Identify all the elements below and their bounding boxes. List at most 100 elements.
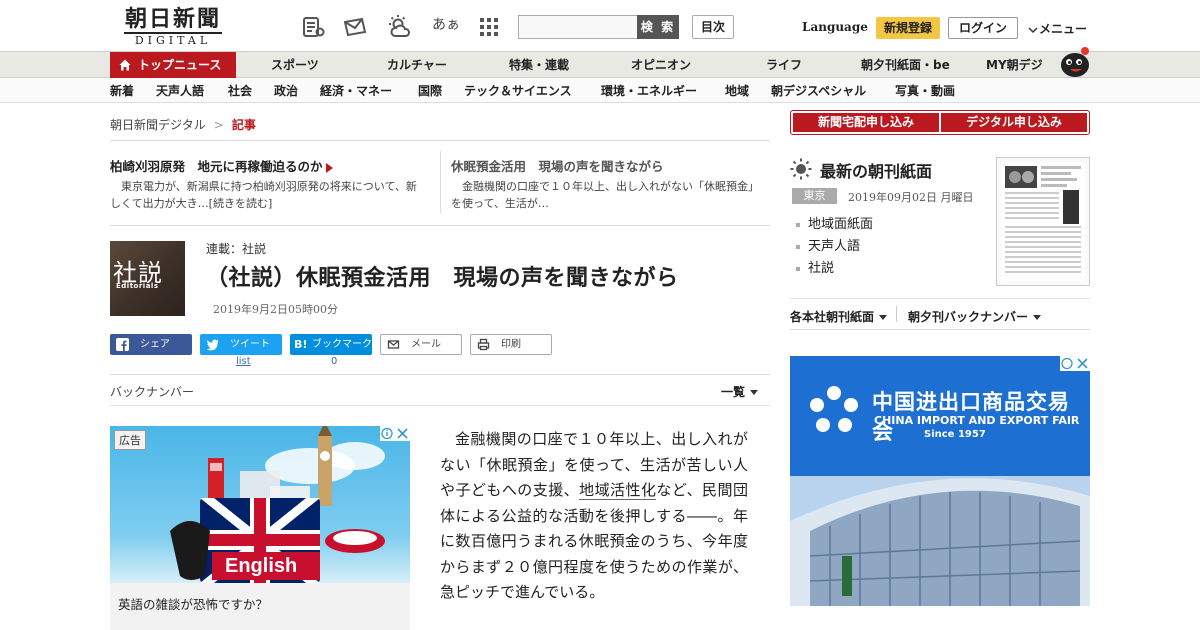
print-icon [477, 338, 490, 351]
tensei-jingo-link[interactable]: 天声人語 [796, 235, 860, 254]
advertisement-left[interactable]: English 広告 英語の雑談が恐怖ですか？ [110, 426, 410, 630]
twitter-count[interactable]: list [236, 356, 251, 367]
font-size-icon[interactable]: あぁ [432, 14, 460, 34]
regional-morning-dropdown[interactable]: 各本社朝刊紙面 [790, 308, 888, 325]
nav-features[interactable]: 特集・連載 [509, 52, 569, 78]
print-label: 印刷 [501, 339, 521, 350]
ad-caption[interactable]: 英語の雑談が恐怖ですか？ [118, 594, 268, 613]
menu-button[interactable]: メニュー [1028, 20, 1087, 37]
editorial-link[interactable]: 社説 [796, 257, 834, 276]
divider [110, 140, 770, 141]
ad-right-since: Since 1957 [924, 429, 986, 440]
bullet-icon [796, 222, 800, 227]
subnav-region[interactable]: 地域 [725, 79, 749, 103]
article-date: 2019年9月2日05時00分 [213, 303, 338, 316]
region-revitalization-link[interactable]: 地域活性化 [579, 481, 657, 500]
subnav-tensei[interactable]: 天声人語 [156, 79, 204, 103]
print-button[interactable]: 印刷 [470, 334, 552, 355]
triangle-down-icon [750, 390, 759, 395]
subnav-society[interactable]: 社会 [228, 79, 252, 103]
divider [440, 151, 441, 213]
grid-menu-icon[interactable] [476, 14, 502, 40]
subnav-politics[interactable]: 政治 [274, 79, 298, 103]
adchoices-icon[interactable] [380, 426, 410, 441]
search-button[interactable]: 検 索 [637, 15, 679, 39]
article-body: 金融機関の口座で１０年以上、出し入れがない「休眠預金」を使って、生活が苦しい人や… [440, 427, 748, 606]
digital-subscribe-button[interactable]: デジタル申し込み [941, 113, 1087, 132]
login-button[interactable]: ログイン [948, 17, 1018, 39]
related-title-1[interactable]: 柏崎刈羽原発 地元に再稼働迫るのか [110, 156, 333, 175]
hatena-bookmark-button[interactable]: B! ブックマーク [290, 334, 372, 355]
newspaper-page-image [1001, 162, 1085, 281]
mail-share-button[interactable]: メール [380, 334, 462, 355]
divider [110, 405, 770, 406]
backnumber-list-dropdown[interactable]: 一覧 [721, 383, 759, 400]
nav-life[interactable]: ライフ [766, 52, 802, 78]
series-label[interactable]: 連載：社説 [206, 240, 266, 257]
regional-page-link[interactable]: 地域面紙面 [796, 213, 873, 232]
facebook-icon [116, 338, 129, 351]
subnav-special[interactable]: 朝デジスペシャル [771, 79, 866, 103]
asahi-logo[interactable]: 朝日新聞 DIGITAL [118, 6, 228, 48]
thumb-en: Editorials [116, 282, 159, 290]
related-title-2[interactable]: 休眠預金活用 現場の声を聞きながら [451, 156, 664, 175]
breadcrumb-current: 記事 [231, 118, 256, 132]
editorials-thumbnail[interactable]: 社説 Editorials [110, 241, 185, 316]
divider [110, 374, 770, 375]
nav-my-asadigi[interactable]: MY朝デジ [986, 52, 1043, 78]
search-input[interactable] [518, 15, 638, 39]
backnumber-list-label: 一覧 [721, 385, 746, 399]
arrow-right-icon [325, 162, 333, 173]
home-delivery-button[interactable]: 新聞宅配申し込み [793, 113, 939, 132]
weather-icon[interactable] [386, 14, 412, 40]
twitter-share-label: ツイート [230, 339, 270, 350]
ad-english-text: English [225, 555, 298, 577]
mail-share-label: メール [411, 339, 441, 350]
site-header: 朝日新聞 DIGITAL あぁ 検 索 目次 Language 新規登録 ログイ… [0, 0, 1200, 52]
nav-top-news[interactable]: トップニュース [110, 52, 236, 78]
language-link[interactable]: Language [802, 20, 868, 34]
article-title: （社説）休眠預金活用 現場の声を聞きながら [206, 266, 679, 291]
subnav-environment[interactable]: 環境・エネルギー [601, 79, 697, 103]
sun-icon [790, 158, 812, 180]
subnav-economy[interactable]: 経済・マネー [320, 79, 392, 103]
triangle-down-icon [879, 315, 888, 320]
hatena-icon: B! [294, 338, 308, 351]
backnumber-dropdown[interactable]: 朝夕刊バックナンバー [908, 308, 1042, 325]
morning-edition-date: 2019年09月02日 月曜日 [848, 191, 974, 204]
toc-button[interactable]: 目次 [692, 15, 734, 39]
main-nav: トップニュース スポーツ カルチャー 特集・連載 オピニオン ライフ 朝夕刊紙面… [0, 52, 1200, 78]
subscribe-box: 新聞宅配申し込み デジタル申し込み [790, 110, 1090, 135]
related-text-1[interactable]: 東京電力が、新潟県に持つ柏崎刈羽原発の将来について、新しくて出力が大き…[続きを… [110, 178, 420, 212]
breadcrumb-separator: > [213, 118, 224, 132]
twitter-icon [206, 339, 219, 351]
ad-image[interactable]: English 広告 [110, 426, 410, 583]
mail-magazine-icon[interactable] [342, 14, 368, 40]
sub-nav: 新着 天声人語 社会 政治 経済・マネー 国際 テック＆サイエンス 環境・エネル… [0, 79, 1200, 103]
facebook-share-button[interactable]: シェア [110, 334, 192, 355]
backnumber-label: バックナンバー [110, 385, 195, 399]
breadcrumb-home[interactable]: 朝日新聞デジタル [110, 118, 206, 132]
nav-sports[interactable]: スポーツ [271, 52, 319, 78]
subnav-tech[interactable]: テック＆サイエンス [464, 79, 572, 103]
breadcrumb: 朝日新聞デジタル > 記事 [110, 116, 256, 133]
chevron-down-icon [1028, 26, 1038, 33]
nav-opinion[interactable]: オピニオン [631, 52, 691, 78]
subnav-new[interactable]: 新着 [110, 79, 134, 103]
hatena-bookmark-label: ブックマーク [312, 339, 372, 350]
related-text-2[interactable]: 金融機関の口座で１０年以上、出し入れがない「休眠預金」を使って、生活が… [451, 178, 761, 212]
nav-culture[interactable]: カルチャー [387, 52, 447, 78]
divider [790, 329, 1090, 330]
subnav-photo[interactable]: 写真・動画 [895, 79, 955, 103]
bullet-icon [796, 266, 800, 271]
advertisement-right[interactable]: 中国进出口商品交易会 CHINA IMPORT AND EXPORT FAIR … [790, 356, 1090, 606]
twitter-share-button[interactable]: ツイート [200, 334, 282, 355]
mascot-icon[interactable] [1058, 44, 1092, 78]
nav-papers[interactable]: 朝夕刊紙面・be [861, 52, 950, 78]
bullet-icon [796, 244, 800, 249]
latest-morning-edition-title[interactable]: 最新の朝刊紙面 [820, 158, 932, 182]
subnav-international[interactable]: 国際 [418, 79, 442, 103]
register-button[interactable]: 新規登録 [876, 17, 940, 39]
newspaper-icon[interactable] [300, 14, 326, 40]
newspaper-thumbnail[interactable] [996, 157, 1090, 286]
